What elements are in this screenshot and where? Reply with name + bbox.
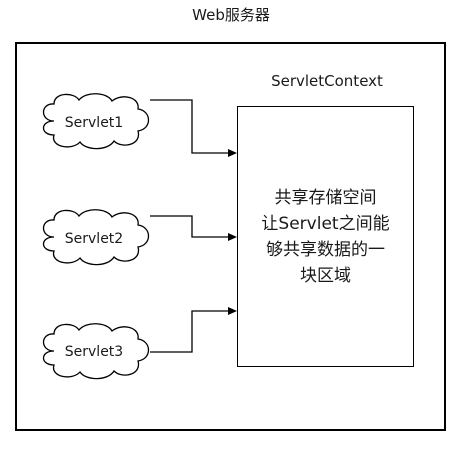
servlet2-label: Servlet2 bbox=[64, 231, 124, 247]
servlet1-label: Servlet1 bbox=[64, 115, 124, 131]
arrowhead-servlet1 bbox=[228, 149, 237, 157]
arrowhead-servlet2 bbox=[228, 233, 237, 241]
arrowhead-servlet3 bbox=[228, 307, 237, 315]
connector-servlet3 bbox=[150, 310, 230, 353]
diagram-graphics bbox=[42, 93, 237, 380]
servlet3-label: Servlet3 bbox=[64, 344, 124, 360]
connector-servlet1 bbox=[150, 99, 230, 154]
connector-servlet2 bbox=[150, 215, 230, 238]
